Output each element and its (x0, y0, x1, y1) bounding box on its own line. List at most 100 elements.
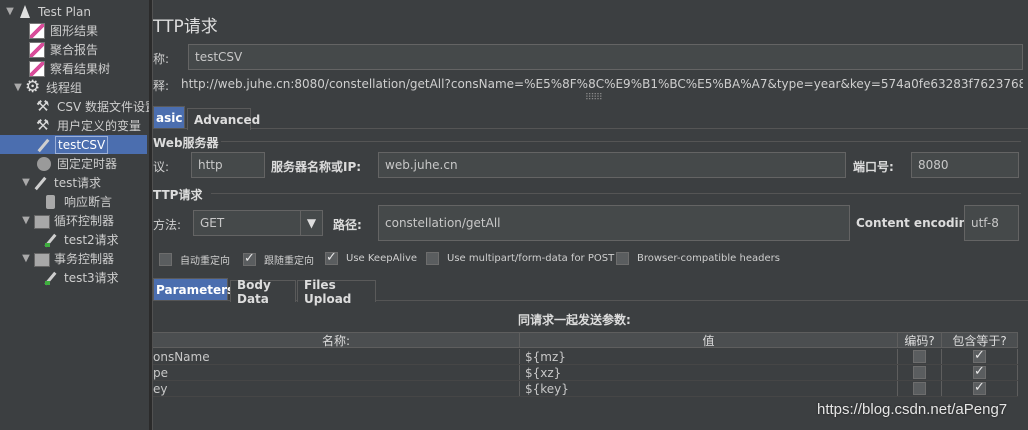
encode-checkbox[interactable] (913, 382, 926, 395)
aggregate-report-icon (29, 41, 45, 58)
browser-headers-checkbox[interactable] (616, 252, 629, 265)
test-plan-tree: ▼ Test Plan 图形结果 聚合报告 察看结果树 ▼ 线程组 CSV 数据… (0, 0, 149, 430)
tab-basic[interactable]: asic (153, 106, 185, 128)
tree-item-test3-request[interactable]: test3请求 (42, 268, 121, 287)
follow-redirect-option[interactable]: 跟随重定向 (243, 251, 314, 267)
tree-item-label: CSV 数据文件设置 (57, 100, 149, 114)
auto-redirect-option[interactable]: 自动重定向 (159, 252, 230, 267)
encode-checkbox[interactable] (913, 366, 926, 379)
column-header-value[interactable]: 值 (520, 333, 898, 347)
http-request-section-label: TTP请求 (153, 188, 203, 202)
tree-item-test-request[interactable]: ▼ test请求 (20, 173, 103, 192)
param-value-cell[interactable]: ${key} (520, 381, 898, 396)
tree-item-label: 循环控制器 (54, 214, 115, 228)
tree-item-thread-group[interactable]: ▼ 线程组 (12, 77, 84, 97)
protocol-field[interactable]: http (191, 152, 265, 178)
table-row[interactable]: onsName ${mz} (153, 349, 1018, 365)
keepalive-checkbox[interactable] (325, 250, 338, 265)
include-equals-cell (942, 381, 1018, 396)
tree-item-aggregate-report[interactable]: 聚合报告 (28, 40, 100, 59)
tree-item-label: 察看结果树 (50, 62, 111, 76)
server-field[interactable]: web.juhe.cn (378, 152, 846, 178)
tree-item-results-tree[interactable]: 察看结果树 (28, 59, 112, 78)
thread-group-icon (25, 77, 41, 97)
param-name-cell[interactable]: ey (153, 381, 520, 396)
method-select[interactable]: GET ▼ (193, 210, 323, 236)
protocol-label: 议: (153, 160, 170, 174)
expand-arrow-icon[interactable]: ▼ (20, 215, 32, 226)
expand-arrow-icon[interactable]: ▼ (12, 82, 24, 93)
port-field[interactable]: 8080 (911, 152, 1019, 178)
resize-grip-icon[interactable]: ⠿⠿⠿ (585, 93, 603, 103)
encode-cell (898, 349, 942, 364)
tab-parameters[interactable]: Parameters (153, 278, 234, 300)
follow-redirect-checkbox[interactable] (243, 251, 256, 266)
timer-icon (36, 156, 52, 172)
port-label: 端口号: (853, 160, 894, 174)
multipart-checkbox[interactable] (426, 252, 439, 265)
column-header-encode[interactable]: 编码? (898, 333, 942, 347)
tree-item-transaction-controller[interactable]: ▼ 事务控制器 (20, 249, 116, 268)
path-field[interactable]: constellation/getAll (378, 205, 850, 241)
comment-field[interactable]: http://web.juhe.cn:8080/constellation/ge… (181, 77, 1023, 91)
include-equals-cell (942, 365, 1018, 380)
tab-advanced[interactable]: Advanced (187, 108, 260, 130)
tree-item-constant-timer[interactable]: 固定定时器 (35, 154, 119, 173)
expand-arrow-icon[interactable]: ▼ (4, 6, 16, 17)
tab-files-upload[interactable]: Files Upload (297, 278, 376, 306)
param-name-cell[interactable]: onsName (153, 349, 520, 364)
tree-item-label: 线程组 (46, 81, 83, 95)
path-label: 路径: (333, 218, 362, 232)
checkbox-label: Use multipart/form-data for POST (447, 253, 615, 264)
tree-item-user-variables[interactable]: 用户定义的变量 (35, 116, 143, 135)
expand-arrow-icon[interactable]: ▼ (20, 253, 32, 264)
tree-item-test2-request[interactable]: test2请求 (42, 230, 121, 249)
watermark: https://blog.csdn.net/aPeng7 (817, 401, 1008, 418)
tree-item-label: testCSV (55, 135, 109, 154)
web-server-section-label: Web服务器 (153, 136, 219, 150)
loop-controller-icon (33, 213, 50, 229)
param-value-cell[interactable]: ${xz} (520, 365, 898, 380)
checkbox-label: Use KeepAlive (346, 253, 418, 264)
tree-item-response-assertion[interactable]: 响应断言 (42, 192, 114, 211)
param-name-cell[interactable]: pe (153, 365, 520, 380)
tree-item-label: 响应断言 (64, 195, 113, 209)
multipart-option[interactable]: Use multipart/form-data for POST (426, 252, 614, 265)
name-field[interactable]: testCSV (188, 44, 1023, 70)
tree-item-graph-results[interactable]: 图形结果 (28, 21, 100, 40)
checkbox-label: Browser-compatible headers (637, 253, 780, 264)
http-sampler-icon (36, 137, 52, 153)
tree-item-test-plan[interactable]: ▼ Test Plan (4, 2, 93, 21)
table-row[interactable]: ey ${key} (153, 381, 1018, 397)
tree-item-csv-config[interactable]: CSV 数据文件设置 (35, 97, 149, 116)
tree-item-loop-controller[interactable]: ▼ 循环控制器 (20, 211, 116, 230)
expand-arrow-icon[interactable]: ▼ (20, 177, 32, 188)
tree-item-testcsv[interactable]: testCSV (0, 135, 147, 154)
tree-item-label: 事务控制器 (54, 252, 115, 266)
encode-checkbox[interactable] (913, 350, 926, 363)
user-variables-icon (36, 116, 52, 134)
column-header-name[interactable]: 名称: (153, 333, 520, 347)
include-equals-checkbox[interactable] (973, 381, 986, 395)
include-equals-checkbox[interactable] (973, 365, 986, 379)
browser-headers-option[interactable]: Browser-compatible headers (616, 252, 780, 265)
table-row[interactable]: pe ${xz} (153, 365, 1018, 381)
checkbox-label: 自动重定向 (180, 256, 230, 267)
include-equals-checkbox[interactable] (973, 349, 986, 363)
assertion-icon (43, 194, 59, 210)
column-header-include-equals[interactable]: 包含等于? (942, 333, 1018, 347)
tree-item-label: Test Plan (38, 4, 91, 19)
http-sampler-icon (33, 175, 49, 191)
content-encoding-field[interactable]: utf-8 (964, 205, 1019, 241)
http-sampler-icon (43, 232, 59, 248)
param-value-cell[interactable]: ${mz} (520, 349, 898, 364)
chevron-down-icon[interactable]: ▼ (300, 211, 322, 235)
params-caption: 同请求一起发送参数: (518, 313, 631, 327)
keepalive-option[interactable]: Use KeepAlive (325, 250, 418, 265)
auto-redirect-checkbox[interactable] (159, 253, 172, 266)
csv-config-icon (36, 97, 52, 115)
tree-item-label: 聚合报告 (50, 43, 99, 57)
tree-item-label: test2请求 (64, 233, 119, 247)
tab-body-data[interactable]: Body Data (230, 278, 296, 306)
graph-results-icon (29, 22, 45, 39)
